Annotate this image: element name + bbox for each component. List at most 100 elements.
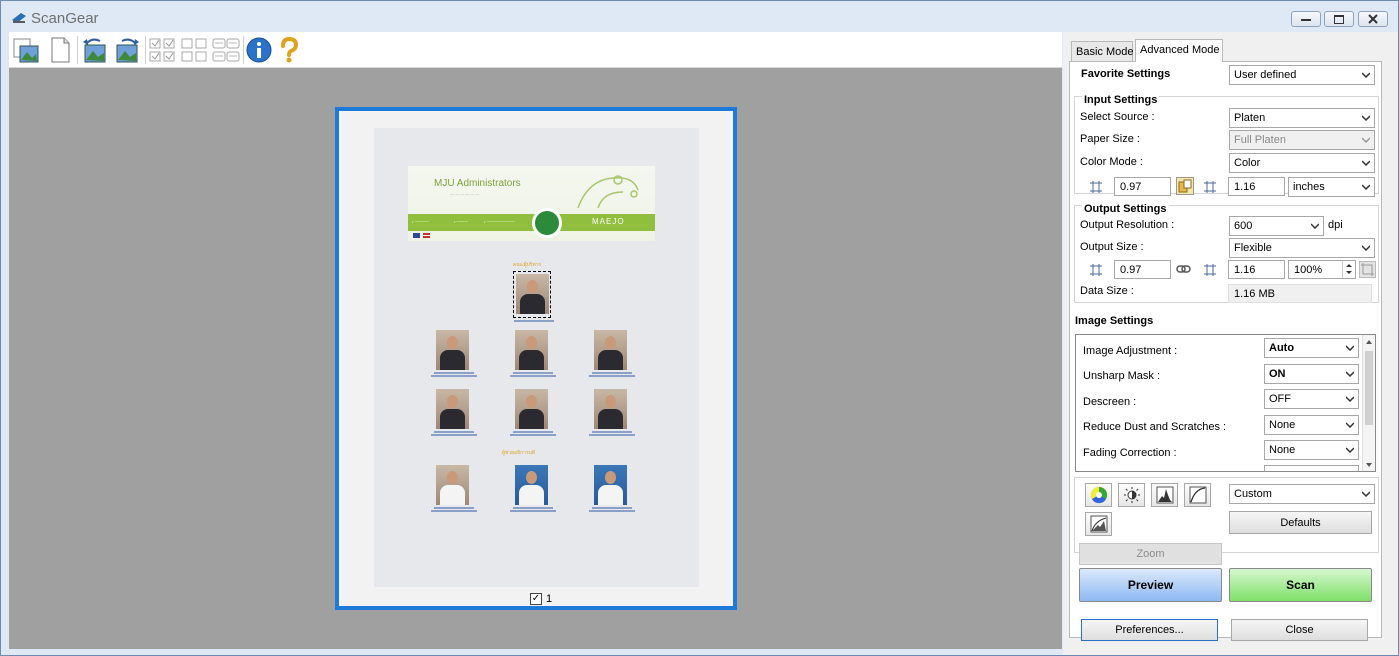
banner-nav-item: • ──── bbox=[454, 219, 468, 224]
maximize-icon bbox=[1334, 14, 1344, 24]
link-icon[interactable] bbox=[1176, 262, 1192, 276]
output-height-field[interactable]: 1.16 bbox=[1228, 260, 1285, 279]
scanned-document: MJU Administrators — — — — — — • ───── •… bbox=[374, 128, 699, 587]
output-resolution-label: Output Resolution : bbox=[1080, 219, 1175, 231]
scanner-icon bbox=[12, 13, 26, 23]
portrait-photo bbox=[436, 465, 469, 505]
output-size-label: Output Size : bbox=[1080, 241, 1144, 253]
crop-frame-button[interactable] bbox=[1359, 261, 1376, 278]
chevron-down-icon bbox=[1362, 245, 1370, 251]
histogram-icon bbox=[1156, 486, 1173, 504]
tab-advanced-mode[interactable]: Advanced Mode bbox=[1135, 39, 1223, 62]
favorite-settings-label: Favorite Settings bbox=[1081, 68, 1171, 80]
chevron-down-icon bbox=[1362, 491, 1370, 497]
tone-curve-icon bbox=[1189, 486, 1206, 504]
width-icon bbox=[1090, 264, 1102, 276]
photo-caption bbox=[582, 430, 642, 438]
image-settings-title: Image Settings bbox=[1075, 315, 1154, 327]
color-mode-label: Color Mode : bbox=[1080, 156, 1143, 168]
scangear-window: ScanGear MJU Administrators — — — — — — … bbox=[0, 0, 1399, 656]
unit-select[interactable]: inches bbox=[1288, 177, 1375, 197]
swap-dimensions-button[interactable] bbox=[1176, 177, 1194, 195]
favorite-settings-select[interactable]: User defined bbox=[1229, 65, 1375, 85]
histogram-button[interactable] bbox=[1151, 483, 1178, 507]
height-icon bbox=[1204, 181, 1216, 193]
maximize-button[interactable] bbox=[1324, 11, 1354, 27]
frame-number: 1 bbox=[546, 593, 553, 605]
chevron-down-icon bbox=[1346, 396, 1354, 402]
preview-area[interactable]: MJU Administrators — — — — — — • ───── •… bbox=[9, 68, 1062, 649]
photo-caption bbox=[503, 430, 563, 438]
close-window-button[interactable] bbox=[1358, 11, 1388, 27]
rotate-left-button[interactable] bbox=[79, 35, 109, 65]
chevron-down-icon bbox=[1311, 223, 1319, 229]
chevron-down-icon bbox=[1362, 72, 1370, 78]
banner-title: MJU Administrators bbox=[434, 178, 521, 189]
zoom-button[interactable]: Zoom bbox=[1079, 543, 1222, 565]
output-size-select[interactable]: Flexible bbox=[1229, 238, 1375, 258]
university-seal bbox=[532, 208, 562, 238]
rotate-left-icon bbox=[83, 38, 106, 63]
input-height-field[interactable]: 1.16 bbox=[1228, 177, 1285, 196]
scan-button[interactable]: Scan bbox=[1229, 568, 1372, 602]
minimize-icon bbox=[1301, 19, 1311, 21]
tone-preset-select[interactable]: Custom bbox=[1229, 484, 1375, 504]
portrait-photo bbox=[516, 274, 549, 314]
chevron-down-icon bbox=[1362, 184, 1370, 190]
info-button[interactable] bbox=[244, 35, 274, 65]
fading-correction-select[interactable]: None bbox=[1264, 440, 1359, 460]
color-mode-select[interactable]: Color bbox=[1229, 153, 1375, 173]
clear-frames-button[interactable] bbox=[179, 35, 209, 65]
tone-curve-button[interactable] bbox=[1184, 483, 1211, 507]
reduce-dust-select[interactable]: None bbox=[1264, 415, 1359, 435]
final-review-button[interactable] bbox=[1085, 512, 1112, 536]
descreen-select[interactable]: OFF bbox=[1264, 389, 1359, 409]
settings-panel: Basic Mode Advanced Mode Favorite Settin… bbox=[1063, 32, 1398, 655]
photo-caption bbox=[503, 371, 563, 379]
title-bar: ScanGear bbox=[1, 1, 1398, 32]
tab-basic-mode[interactable]: Basic Mode bbox=[1071, 41, 1133, 61]
height-icon bbox=[1204, 264, 1216, 276]
width-icon bbox=[1090, 181, 1102, 193]
spin-arrows-icon bbox=[1346, 264, 1352, 274]
close-button[interactable]: Close bbox=[1231, 619, 1368, 641]
checkbox-checked-icon[interactable]: ✓ bbox=[530, 593, 542, 605]
output-width-field[interactable]: 0.97 bbox=[1114, 260, 1171, 279]
brightness-icon bbox=[1123, 487, 1140, 503]
help-icon bbox=[281, 36, 299, 63]
output-resolution-select[interactable]: 600 bbox=[1229, 216, 1324, 236]
paper-size-select: Full Platen bbox=[1229, 130, 1375, 150]
image-adjustment-select[interactable]: Auto bbox=[1264, 338, 1359, 358]
language-flags-icon bbox=[413, 233, 430, 238]
unsharp-mask-select[interactable]: ON bbox=[1264, 364, 1359, 384]
minimize-button[interactable] bbox=[1291, 11, 1321, 27]
portrait-photo bbox=[594, 465, 627, 505]
input-width-field[interactable]: 0.97 bbox=[1114, 177, 1171, 196]
banner-subtitle: — — — — — — bbox=[450, 191, 480, 196]
banner-nav-item: • ───── bbox=[412, 219, 429, 224]
select-source-select[interactable]: Platen bbox=[1229, 108, 1375, 128]
portrait-photo bbox=[594, 389, 627, 429]
next-setting-select[interactable] bbox=[1264, 465, 1359, 471]
brightness-contrast-button[interactable] bbox=[1118, 483, 1145, 507]
blank-page-button[interactable] bbox=[45, 35, 75, 65]
preview-frame[interactable]: MJU Administrators — — — — — — • ───── •… bbox=[335, 107, 737, 610]
preview-button[interactable]: Preview bbox=[1079, 568, 1222, 602]
rotate-right-button[interactable] bbox=[113, 35, 143, 65]
defaults-button[interactable]: Defaults bbox=[1229, 511, 1372, 534]
image-settings-scrollbar[interactable] bbox=[1362, 335, 1375, 471]
floral-swirl-icon bbox=[577, 175, 639, 209]
scan-to-image-button[interactable] bbox=[11, 35, 41, 65]
blank-page-icon bbox=[51, 37, 70, 63]
thumbnail-layout-button[interactable] bbox=[211, 35, 241, 65]
select-all-frames-button[interactable] bbox=[147, 35, 177, 65]
help-button[interactable] bbox=[274, 35, 304, 65]
frame-select-checkbox[interactable]: ✓ 1 bbox=[530, 593, 552, 605]
saturation-balance-button[interactable] bbox=[1085, 483, 1112, 507]
preferences-button[interactable]: Preferences... bbox=[1081, 619, 1218, 641]
photo-caption bbox=[424, 430, 484, 438]
scale-stepper[interactable] bbox=[1342, 261, 1355, 278]
image-settings-list: Image Adjustment : Auto Unsharp Mask : O… bbox=[1075, 334, 1376, 472]
scrollbar-arrows-icon bbox=[1365, 340, 1373, 467]
window-title: ScanGear bbox=[31, 10, 99, 27]
